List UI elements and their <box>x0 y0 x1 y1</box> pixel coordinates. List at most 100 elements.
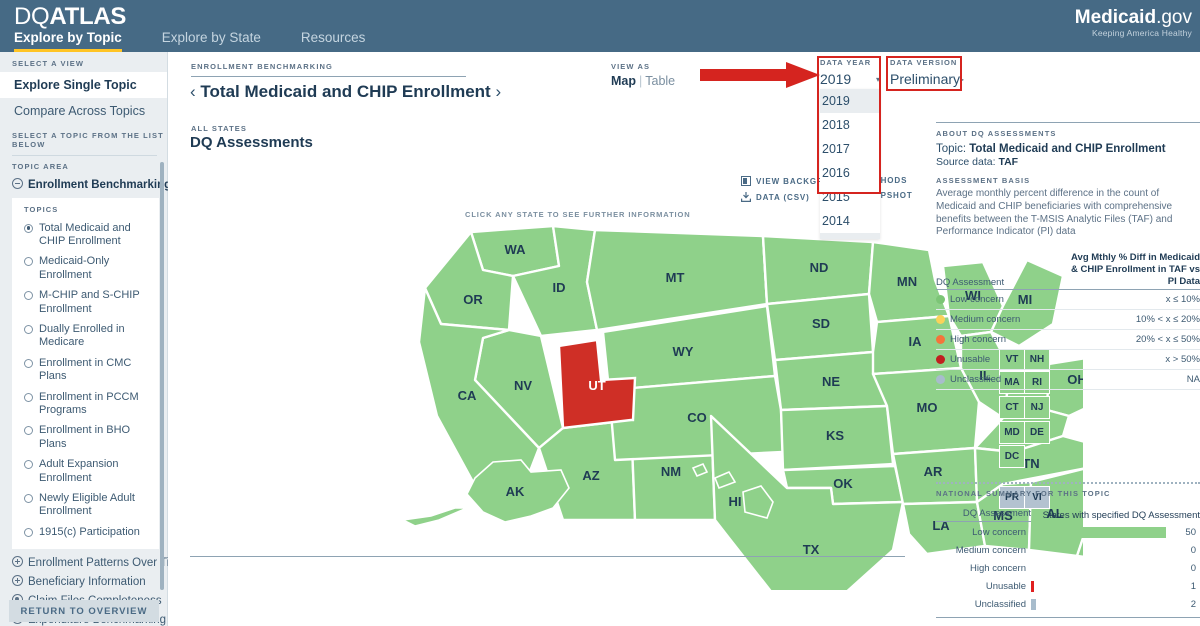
sidebar-topic-adult-expansion-enrollment[interactable]: Adult Expansion Enrollment <box>12 455 159 489</box>
sidebar-topic-enrollment-in-cmc-plans[interactable]: Enrollment in CMC Plans <box>12 353 159 387</box>
dq-atlas-app: DQATLAS Explore by Topic Explore by State… <box>0 0 1200 626</box>
legend-value: 10% < x ≤ 20% <box>1135 313 1200 325</box>
summary-col1-header: DQ Assessment <box>936 508 1031 522</box>
svg-text:NM: NM <box>661 464 681 479</box>
view-as-map-option[interactable]: Map <box>611 74 636 88</box>
national-summary-divider <box>936 482 1200 484</box>
legend-row-unclassified: Unclassified NA <box>936 370 1200 390</box>
data-version-select[interactable]: Preliminary ▸ <box>890 71 964 87</box>
svg-text:AK: AK <box>506 484 525 499</box>
next-topic-button[interactable]: › <box>495 82 501 101</box>
about-source: Source data: TAF <box>936 156 1200 168</box>
summary-row-unusable: Unusable 1 <box>936 577 1200 595</box>
svg-text:WA: WA <box>505 242 527 257</box>
sidebar-group-enrollment-benchmarking[interactable]: Enrollment Benchmarking <box>0 175 171 194</box>
sidebar-scrollbar-thumb[interactable] <box>160 162 164 590</box>
about-topic-prefix: Topic: <box>936 143 970 155</box>
state-box-NJ[interactable]: NJ <box>1024 396 1050 419</box>
data-year-label: DATA YEAR <box>820 58 872 67</box>
assessment-basis-text: Average monthly percent difference in th… <box>936 188 1173 238</box>
svg-text:ND: ND <box>810 260 829 275</box>
logo-medicaid: Medicaid <box>1074 7 1157 28</box>
state-box-CT[interactable]: CT <box>999 396 1025 419</box>
sidebar-topic-total-medicaid-and-chip-enrollment[interactable]: Total Medicaid and CHIP Enrollment <box>12 218 159 252</box>
section-title: DQ Assessments <box>190 134 313 151</box>
data-year-option-2014[interactable]: 2014 <box>820 209 880 233</box>
nav-explore-by-state[interactable]: Explore by State <box>162 30 261 49</box>
plus-circle-icon <box>12 555 23 567</box>
summary-label: High concern <box>970 562 1026 574</box>
dropdown-scrollbar[interactable] <box>820 233 880 239</box>
sidebar-topic-mchip-and-schip-enrollment[interactable]: M-CHIP and S-CHIP Enrollment <box>12 286 159 320</box>
svg-text:NE: NE <box>822 374 840 389</box>
select-view-label: SELECT A VIEW <box>12 59 85 68</box>
sidebar-view-explore-single-topic[interactable]: Explore Single Topic <box>0 72 167 98</box>
data-year-option-2015[interactable]: 2015 <box>820 185 880 209</box>
sidebar-group-enrollment-patterns-over-time[interactable]: Enrollment Patterns Over Time <box>0 553 185 572</box>
data-year-select[interactable]: 2019 ▾ <box>820 71 880 87</box>
legend-label: Unusable <box>950 353 991 365</box>
national-summary-header: DQ Assessment States with specified DQ A… <box>936 508 1200 523</box>
sidebar-topic-newly-eligible-adult-enrollment[interactable]: Newly Eligible Adult Enrollment <box>12 489 159 523</box>
about-source-value: TAF <box>998 156 1019 168</box>
topic-label: 1915(c) Participation <box>39 525 140 538</box>
legend-value: 20% < x ≤ 50% <box>1135 333 1200 345</box>
nav-explore-by-topic[interactable]: Explore by Topic <box>14 30 122 52</box>
summary-bar <box>1031 580 1034 592</box>
radio-icon <box>24 426 33 436</box>
data-year-option-2017[interactable]: 2017 <box>820 137 880 161</box>
legend-dot-icon <box>936 294 945 304</box>
sidebar-topic-1915c-participation[interactable]: 1915(c) Participation <box>12 522 159 542</box>
sidebar-topic-medicaid-only-enrollment[interactable]: Medicaid-Only Enrollment <box>12 252 159 286</box>
map-click-hint: CLICK ANY STATE TO SEE FURTHER INFORMATI… <box>465 210 691 219</box>
top-bar: DQATLAS Explore by Topic Explore by State… <box>0 0 1200 52</box>
summary-bar <box>1031 598 1037 610</box>
sidebar-topic-enrollment-in-bho-plans[interactable]: Enrollment in BHO Plans <box>12 421 159 455</box>
legend-header: DQ Assessment Avg Mthly % Diff in Medica… <box>936 252 1200 290</box>
legend-dot-icon <box>936 354 945 364</box>
state-box-MD[interactable]: MD <box>999 421 1025 444</box>
breadcrumb-rule <box>191 76 466 77</box>
app-logo[interactable]: DQATLAS <box>14 3 126 31</box>
topics-label: TOPICS <box>24 205 59 214</box>
data-version-control: DATA VERSION Preliminary ▸ <box>890 58 964 87</box>
chevron-right-icon: ▸ <box>960 74 965 84</box>
data-year-option-2019[interactable]: 2019 <box>820 89 880 113</box>
about-source-prefix: Source data: <box>936 156 999 168</box>
summary-value: 0 <box>1190 562 1196 574</box>
summary-label: Low concern <box>972 526 1026 538</box>
state-box-DE[interactable]: DE <box>1024 421 1050 444</box>
logo-tagline: Keeping America Healthy <box>1091 28 1192 38</box>
sidebar-group-label: Enrollment Benchmarking <box>28 179 172 191</box>
return-to-overview-button[interactable]: RETURN TO OVERVIEW <box>9 600 159 622</box>
prev-topic-button[interactable]: ‹ <box>190 82 196 101</box>
summary-row-unclassified: Unclassified 2 <box>936 595 1200 613</box>
topic-area-label: TOPIC AREA <box>12 162 69 171</box>
svg-text:OR: OR <box>463 292 483 307</box>
page-title-text: Total Medicaid and CHIP Enrollment <box>200 82 491 101</box>
about-panel-rule <box>936 122 1200 123</box>
sidebar-group-beneficiary-information[interactable]: Beneficiary Information <box>0 572 167 591</box>
sidebar-view-compare-across-topics[interactable]: Compare Across Topics <box>0 98 167 124</box>
nav-resources[interactable]: Resources <box>301 30 366 49</box>
legend-label: High concern <box>950 333 1006 345</box>
topic-label: Medicaid-Only Enrollment <box>39 255 110 281</box>
national-summary-end-rule <box>936 617 1200 618</box>
view-as-separator: | <box>639 74 643 88</box>
data-year-option-2016[interactable]: 2016 <box>820 161 880 185</box>
topic-label: M-CHIP and S-CHIP Enrollment <box>39 289 140 315</box>
view-as-table-option[interactable]: Table <box>645 74 675 88</box>
svg-text:WY: WY <box>673 344 694 359</box>
legend-dot-icon <box>936 314 945 324</box>
sidebar-topic-dually-enrolled-in-medicare[interactable]: Dually Enrolled in Medicare <box>12 319 159 353</box>
sidebar-topic-enrollment-in-pccm-programs[interactable]: Enrollment in PCCM Programs <box>12 387 159 421</box>
data-version-value: Preliminary <box>890 71 961 87</box>
state-box-DC[interactable]: DC <box>999 445 1025 468</box>
summary-value: 0 <box>1190 544 1196 556</box>
medicaid-gov-logo[interactable]: Medicaid.gov Keeping America Healthy <box>1075 8 1192 38</box>
data-year-option-2018[interactable]: 2018 <box>820 113 880 137</box>
radio-icon <box>24 223 33 233</box>
data-year-control: DATA YEAR 2019 ▾ 2019 2018 2017 2016 201… <box>820 58 880 239</box>
svg-text:OK: OK <box>833 476 853 491</box>
chevron-down-icon: ▾ <box>875 74 880 84</box>
